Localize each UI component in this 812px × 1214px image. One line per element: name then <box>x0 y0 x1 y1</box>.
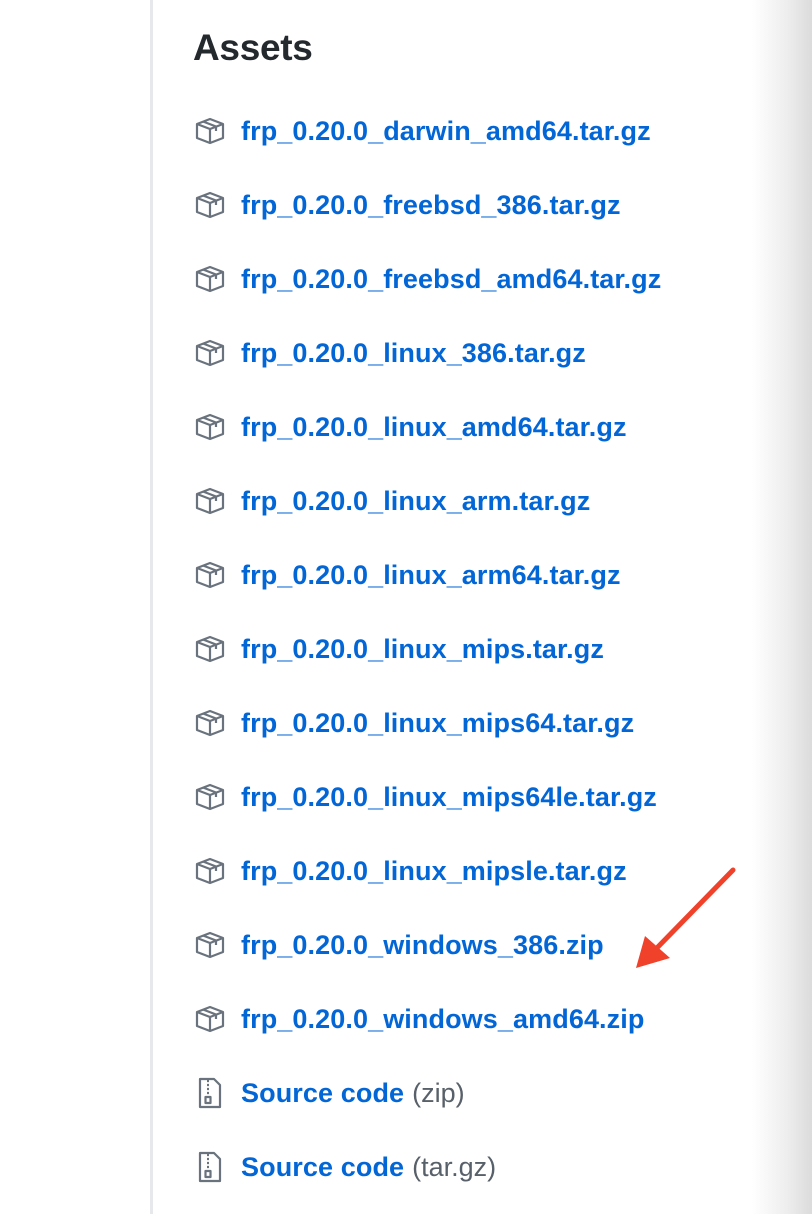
left-gutter <box>0 0 153 1214</box>
asset-download-link[interactable]: frp_0.20.0_linux_mips64le.tar.gz <box>241 782 657 813</box>
file-zip-icon <box>193 1076 227 1110</box>
package-icon <box>193 484 227 518</box>
package-icon <box>193 706 227 740</box>
assets-section: Assets frp_0.20.0_darwin_amd64.tar.gzfrp… <box>193 24 753 1183</box>
asset-item: frp_0.20.0_linux_386.tar.gz <box>193 316 661 390</box>
asset-item: frp_0.20.0_linux_mips64le.tar.gz <box>193 760 661 834</box>
source-code-format: (tar.gz) <box>412 1151 497 1182</box>
assets-list: frp_0.20.0_darwin_amd64.tar.gz frp_0.20.0… <box>193 94 661 1204</box>
asset-download-link[interactable]: frp_0.20.0_windows_amd64.zip <box>241 1004 644 1035</box>
asset-download-link[interactable]: frp_0.20.0_linux_amd64.tar.gz <box>241 412 627 443</box>
asset-item: frp_0.20.0_darwin_amd64.tar.gz <box>193 94 661 168</box>
package-icon <box>193 336 227 370</box>
source-code-format: (zip) <box>412 1077 465 1108</box>
source-code-item: Source code (zip) <box>193 1056 661 1130</box>
asset-download-link[interactable]: frp_0.20.0_linux_mips64.tar.gz <box>241 708 634 739</box>
package-icon <box>193 188 227 222</box>
asset-download-link[interactable]: frp_0.20.0_linux_mipsle.tar.gz <box>241 856 627 887</box>
file-zip-icon <box>193 1150 227 1184</box>
package-icon <box>193 114 227 148</box>
asset-download-link[interactable]: frp_0.20.0_linux_arm.tar.gz <box>241 486 590 517</box>
package-icon <box>193 410 227 444</box>
asset-item: frp_0.20.0_windows_amd64.zip <box>193 982 661 1056</box>
asset-item: frp_0.20.0_windows_386.zip <box>193 908 661 982</box>
asset-item: frp_0.20.0_freebsd_386.tar.gz <box>193 168 661 242</box>
asset-download-link[interactable]: frp_0.20.0_linux_386.tar.gz <box>241 338 586 369</box>
asset-download-link[interactable]: frp_0.20.0_freebsd_amd64.tar.gz <box>241 264 661 295</box>
asset-item: frp_0.20.0_linux_mipsle.tar.gz <box>193 834 661 908</box>
package-icon <box>193 928 227 962</box>
asset-item: frp_0.20.0_freebsd_amd64.tar.gz <box>193 242 661 316</box>
package-icon <box>193 854 227 888</box>
asset-item: frp_0.20.0_linux_mips64.tar.gz <box>193 686 661 760</box>
asset-download-link[interactable]: frp_0.20.0_linux_arm64.tar.gz <box>241 560 621 591</box>
source-code-link[interactable]: Source code <box>241 1152 404 1183</box>
source-code-item: Source code (tar.gz) <box>193 1130 661 1204</box>
right-edge-shadow <box>752 0 812 1214</box>
asset-download-link[interactable]: frp_0.20.0_windows_386.zip <box>241 930 604 961</box>
package-icon <box>193 262 227 296</box>
asset-item: frp_0.20.0_linux_arm.tar.gz <box>193 464 661 538</box>
asset-item: frp_0.20.0_linux_amd64.tar.gz <box>193 390 661 464</box>
asset-item: frp_0.20.0_linux_arm64.tar.gz <box>193 538 661 612</box>
release-page: Assets frp_0.20.0_darwin_amd64.tar.gz frp… <box>0 0 812 1214</box>
package-icon <box>193 1002 227 1036</box>
asset-download-link[interactable]: frp_0.20.0_freebsd_386.tar.gz <box>241 190 621 221</box>
asset-item: frp_0.20.0_linux_mips.tar.gz <box>193 612 661 686</box>
package-icon <box>193 780 227 814</box>
asset-download-link[interactable]: frp_0.20.0_linux_mips.tar.gz <box>241 634 604 665</box>
red-arrow-annotation <box>636 867 736 968</box>
package-icon <box>193 632 227 666</box>
assets-heading: Assets <box>193 27 313 68</box>
package-icon <box>193 558 227 592</box>
source-code-link[interactable]: Source code <box>241 1078 404 1109</box>
asset-download-link[interactable]: frp_0.20.0_darwin_amd64.tar.gz <box>241 116 651 147</box>
